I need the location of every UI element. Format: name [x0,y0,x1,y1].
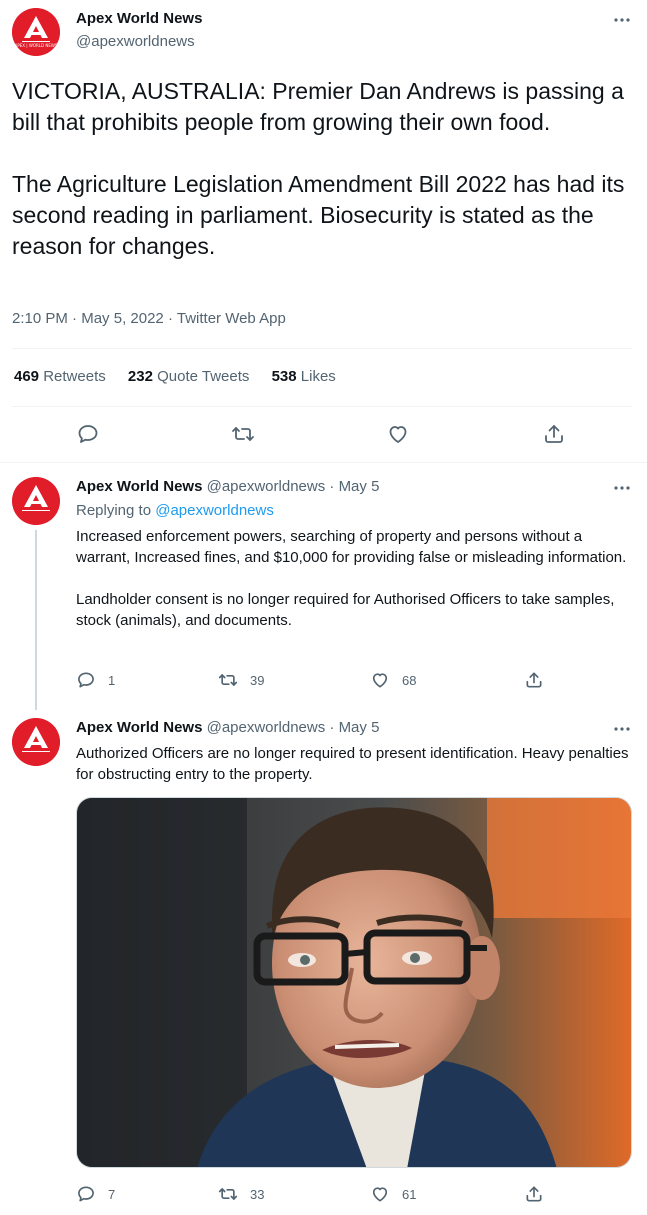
reply-icon[interactable] [76,422,100,446]
reply-date[interactable]: May 5 [339,478,380,495]
retweets-stat[interactable]: 469 Retweets [14,368,106,385]
reply-icon [78,1186,94,1202]
share-action[interactable] [524,1184,556,1204]
more-icon[interactable] [612,719,632,739]
like-icon[interactable] [386,422,410,446]
more-icon[interactable] [612,10,632,30]
divider [0,462,647,463]
replying-to: Replying to @apexworldnews [76,502,274,519]
avatar-text: APEX | WORLD NEWS [15,43,58,48]
reply-icon [78,672,94,688]
reply-separator: · [329,478,335,495]
retweet-action[interactable]: 39 [218,670,264,690]
like-count: 61 [402,1186,417,1202]
tweet-date[interactable]: May 5, 2022 [81,310,164,327]
thread-line [35,530,37,710]
retweet-action[interactable]: 33 [218,1184,264,1204]
tweet-source[interactable]: Twitter Web App [177,310,286,327]
retweet-count: 33 [250,1186,265,1202]
replying-to-link[interactable]: @apexworldnews [155,502,274,519]
share-icon[interactable] [542,422,566,446]
apex-logo-icon [12,477,60,525]
like-icon [372,1187,388,1202]
reply-text: Increased enforcement powers, searching … [76,528,627,629]
tweet-text: VICTORIA, AUSTRALIA: Premier Dan Andrews… [12,78,625,259]
quote-tweets-stat[interactable]: 232 Quote Tweets [128,368,249,385]
reply-header: Apex World News @apexworldnews · May 5 [76,719,379,736]
apex-logo-icon [12,718,60,766]
reply-count: 7 [108,1186,116,1202]
retweet-icon[interactable] [231,422,255,446]
like-count: 68 [402,672,417,688]
meta-separator: · [167,310,173,327]
reply-date[interactable]: May 5 [339,719,380,736]
retweet-count: 39 [250,672,265,688]
reply-separator: · [329,719,335,736]
like-action[interactable]: 61 [370,1184,416,1204]
tweet-photo[interactable] [76,797,632,1168]
reply-author-handle[interactable]: @apexworldnews [207,719,326,736]
reply-author-name[interactable]: Apex World News [76,719,202,736]
likes-stat[interactable]: 538 Likes [272,368,336,385]
retweet-icon [218,674,238,686]
reply-count: 1 [108,672,116,688]
tweet-time[interactable]: 2:10 PM [12,310,68,327]
more-icon[interactable] [612,478,632,498]
reply-action[interactable]: 7 [76,1184,115,1204]
reply-text: Authorized Officers are no longer requir… [76,745,633,783]
divider [12,406,632,407]
reply-author-handle[interactable]: @apexworldnews [207,478,326,495]
apex-logo-icon: APEX | WORLD NEWS [12,8,60,56]
like-action[interactable]: 68 [370,670,416,690]
reply-avatar[interactable] [12,718,60,766]
tweet-meta: 2:10 PM · May 5, 2022 · Twitter Web App [12,310,286,327]
author-avatar[interactable]: APEX | WORLD NEWS [12,8,60,56]
share-icon [526,1186,542,1202]
reply-author-name[interactable]: Apex World News [76,478,202,495]
share-icon [526,672,542,688]
author-handle[interactable]: @apexworldnews [76,33,195,50]
replying-to-prefix: Replying to [76,502,152,519]
reply-action[interactable]: 1 [76,670,115,690]
share-action[interactable] [524,670,556,690]
like-icon [372,673,388,688]
author-name[interactable]: Apex World News [76,10,202,27]
meta-separator: · [72,310,78,327]
retweet-icon [218,1188,238,1200]
reply-avatar[interactable] [12,477,60,525]
man-portrait-image [77,798,631,1167]
tweet-stats: 469 Retweets 232 Quote Tweets 538 Likes [14,368,354,385]
divider [12,348,632,349]
reply-header: Apex World News @apexworldnews · May 5 [76,478,379,495]
